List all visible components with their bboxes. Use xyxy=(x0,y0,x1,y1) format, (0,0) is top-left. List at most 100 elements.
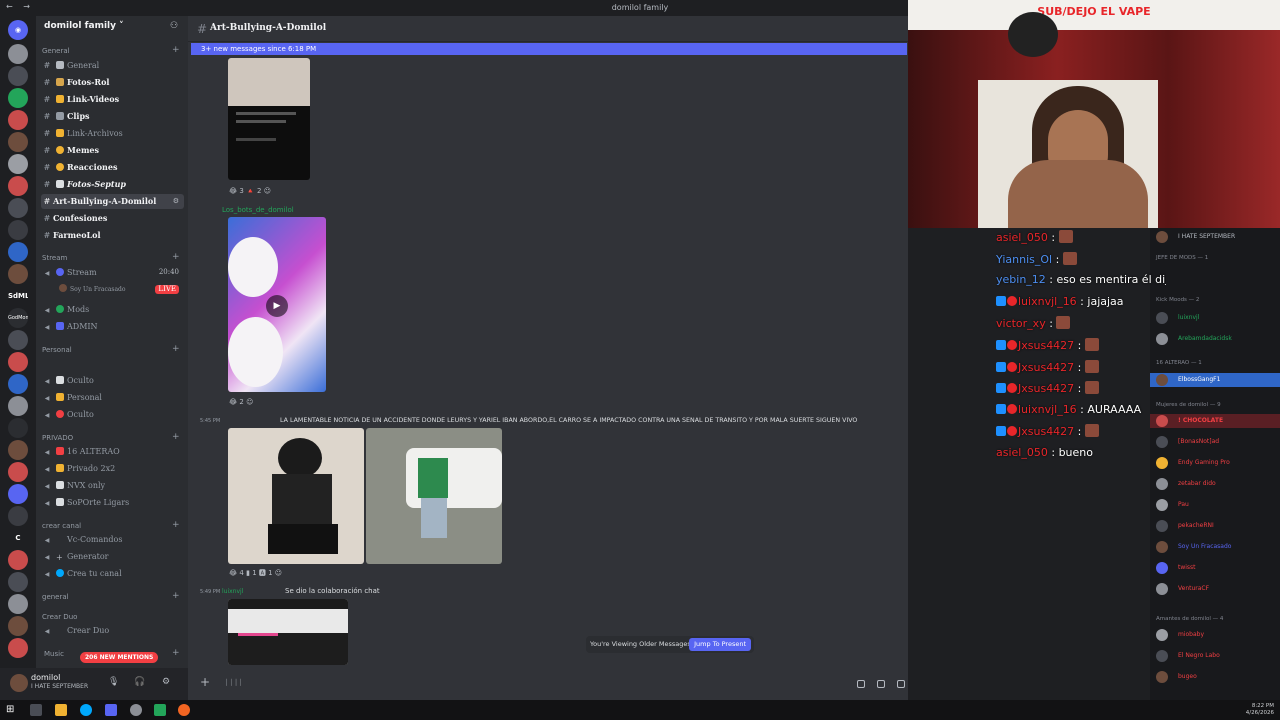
server-icon[interactable] xyxy=(8,154,28,174)
member-item[interactable]: pekacheRNI xyxy=(1150,519,1280,533)
add-channel-icon[interactable]: + xyxy=(172,433,180,442)
channel-item[interactable]: # Clips xyxy=(41,109,184,124)
add-channel-icon[interactable]: + xyxy=(172,345,180,354)
attachment-image[interactable] xyxy=(228,58,310,180)
channel-item-active[interactable]: # Art-Bullying-A-Domilol ⚙ xyxy=(41,194,184,209)
server-icon[interactable] xyxy=(8,616,28,636)
member-item[interactable]: VenturaCF xyxy=(1150,582,1280,596)
voice-channel-item[interactable]: ◀ NVX only xyxy=(41,478,184,493)
attachment-image[interactable] xyxy=(366,428,502,564)
category-label[interactable]: crear canal xyxy=(42,522,81,530)
member-item[interactable]: ! CHOCOLATE xyxy=(1150,414,1280,428)
reaction-row[interactable]: 😂 2 ☺ xyxy=(229,398,253,409)
upload-plus-icon[interactable]: + xyxy=(200,675,210,689)
server-icon[interactable] xyxy=(8,132,28,152)
server-icon[interactable] xyxy=(8,396,28,416)
member-item[interactable]: twisst xyxy=(1150,561,1280,575)
add-channel-icon[interactable]: + xyxy=(172,592,180,601)
browser-icon[interactable] xyxy=(178,704,190,716)
taskbar-app-icon[interactable] xyxy=(130,704,142,716)
member-item[interactable]: miobaby xyxy=(1150,628,1280,642)
voice-user[interactable]: Soy Un Fracasado LIVE xyxy=(56,282,184,297)
voice-channel-item[interactable]: ◀ 16 ALTERAO xyxy=(41,444,184,459)
headphones-icon[interactable]: 🎧 xyxy=(134,677,145,687)
member-item[interactable]: ElbossGangF1 xyxy=(1150,373,1280,387)
system-tray[interactable]: 8:22 PM 4/26/2026 xyxy=(1246,703,1274,717)
member-item[interactable]: [BonasNot]ad xyxy=(1150,435,1280,449)
folder-icon[interactable] xyxy=(55,704,67,716)
voice-channel-item[interactable]: ◀ Oculto xyxy=(41,407,184,422)
voice-channel-item[interactable]: ◀ Crear Duo xyxy=(41,623,184,638)
settings-icon[interactable]: ⚙ xyxy=(162,677,170,687)
voice-channel-item[interactable]: ◀ + Generator xyxy=(41,549,184,564)
attachment-image[interactable] xyxy=(228,428,364,564)
server-icon[interactable] xyxy=(8,264,28,284)
channel-item[interactable]: # General xyxy=(41,58,184,73)
settings-icon[interactable]: ⚙ xyxy=(173,194,179,209)
server-icon[interactable] xyxy=(8,572,28,592)
server-label[interactable]: SdML xyxy=(8,286,28,306)
home-icon[interactable]: ◉ xyxy=(8,20,28,40)
add-member-icon[interactable]: ⚇ xyxy=(170,21,178,31)
member-item[interactable]: Endy Gaming Pro xyxy=(1150,456,1280,470)
voice-channel-item[interactable]: ◀ SoPOrte Ligars xyxy=(41,495,184,510)
discord-icon[interactable] xyxy=(105,704,117,716)
server-icon[interactable] xyxy=(8,176,28,196)
server-label[interactable]: GodMom xyxy=(8,308,28,328)
voice-channel-item[interactable]: ◀ Stream 20:40 xyxy=(41,265,184,280)
add-channel-icon[interactable]: + xyxy=(172,649,180,658)
browser-icon[interactable] xyxy=(80,704,92,716)
attachment-image[interactable] xyxy=(228,599,348,665)
server-icon[interactable] xyxy=(8,462,28,482)
add-channel-icon[interactable]: + xyxy=(172,46,180,55)
server-icon[interactable] xyxy=(8,352,28,372)
new-mentions-badge[interactable]: 206 NEW MENTIONS xyxy=(80,652,159,663)
server-icon[interactable] xyxy=(8,440,28,460)
taskbar-app-icon[interactable] xyxy=(30,704,42,716)
voice-channel-item[interactable]: ◀ Oculto xyxy=(41,373,184,388)
member-item[interactable]: Soy Un Fracasado xyxy=(1150,540,1280,554)
voice-channel-item[interactable]: ◀ ADMIN xyxy=(41,319,184,334)
channel-item[interactable]: # Memes xyxy=(41,143,184,158)
category-label[interactable]: Music xyxy=(44,650,64,658)
voice-channel-item[interactable]: ◀ Mods xyxy=(41,302,184,317)
add-channel-icon[interactable]: + xyxy=(172,253,180,262)
server-icon[interactable] xyxy=(8,242,28,262)
gif-icon[interactable] xyxy=(877,680,885,688)
channel-item[interactable]: # Fotos-Rol xyxy=(41,75,184,90)
play-icon[interactable]: ▶ xyxy=(266,295,288,317)
taskbar-app-icon[interactable] xyxy=(154,704,166,716)
reaction-row[interactable]: 😂 4 ▮ 1 🅰 1 ☺ xyxy=(229,568,282,579)
server-label[interactable]: C xyxy=(8,528,28,548)
avatar[interactable] xyxy=(10,674,28,692)
server-icon[interactable] xyxy=(8,638,28,658)
voice-channel-item[interactable]: ◀ Vc-Comandos xyxy=(41,532,184,547)
server-icon[interactable] xyxy=(8,374,28,394)
channel-item[interactable]: # FarmeoLol xyxy=(41,228,184,243)
reaction-row[interactable]: 😂 3 🔺 2 ☺ xyxy=(229,187,271,198)
video-attachment[interactable]: ▶ xyxy=(228,217,326,392)
category-label[interactable]: Stream xyxy=(42,254,67,262)
channel-item[interactable]: # Link-Archivos xyxy=(41,126,184,141)
channel-item[interactable]: # Reacciones xyxy=(41,160,184,175)
server-icon[interactable] xyxy=(8,506,28,526)
category-label[interactable]: General xyxy=(42,47,70,55)
new-messages-bar[interactable]: 3+ new messages since 6:18 PM xyxy=(191,43,907,55)
gift-icon[interactable] xyxy=(857,680,865,688)
member-item[interactable]: bugeo xyxy=(1150,670,1280,684)
bot-author[interactable]: Los_bots_de_domilol xyxy=(222,206,294,214)
server-icon[interactable] xyxy=(8,66,28,86)
server-icon[interactable] xyxy=(8,110,28,130)
guild-name[interactable]: domilol family ˅ xyxy=(44,21,124,31)
server-icon[interactable] xyxy=(8,198,28,218)
category-label[interactable]: Personal xyxy=(42,346,72,354)
voice-channel-item[interactable]: ◀ Privado 2x2 xyxy=(41,461,184,476)
voice-channel-item[interactable]: ◀ Crea tu canal xyxy=(41,566,184,581)
member-item[interactable]: zetabar dido xyxy=(1150,477,1280,491)
microphone-icon[interactable]: 🎙 xyxy=(108,677,119,687)
add-channel-icon[interactable]: + xyxy=(172,521,180,530)
category-label[interactable]: PRIVADO xyxy=(42,434,73,442)
jump-to-present-button[interactable]: Jump To Present xyxy=(689,638,751,651)
username[interactable]: domilol xyxy=(31,673,60,682)
server-icon[interactable] xyxy=(8,44,28,64)
